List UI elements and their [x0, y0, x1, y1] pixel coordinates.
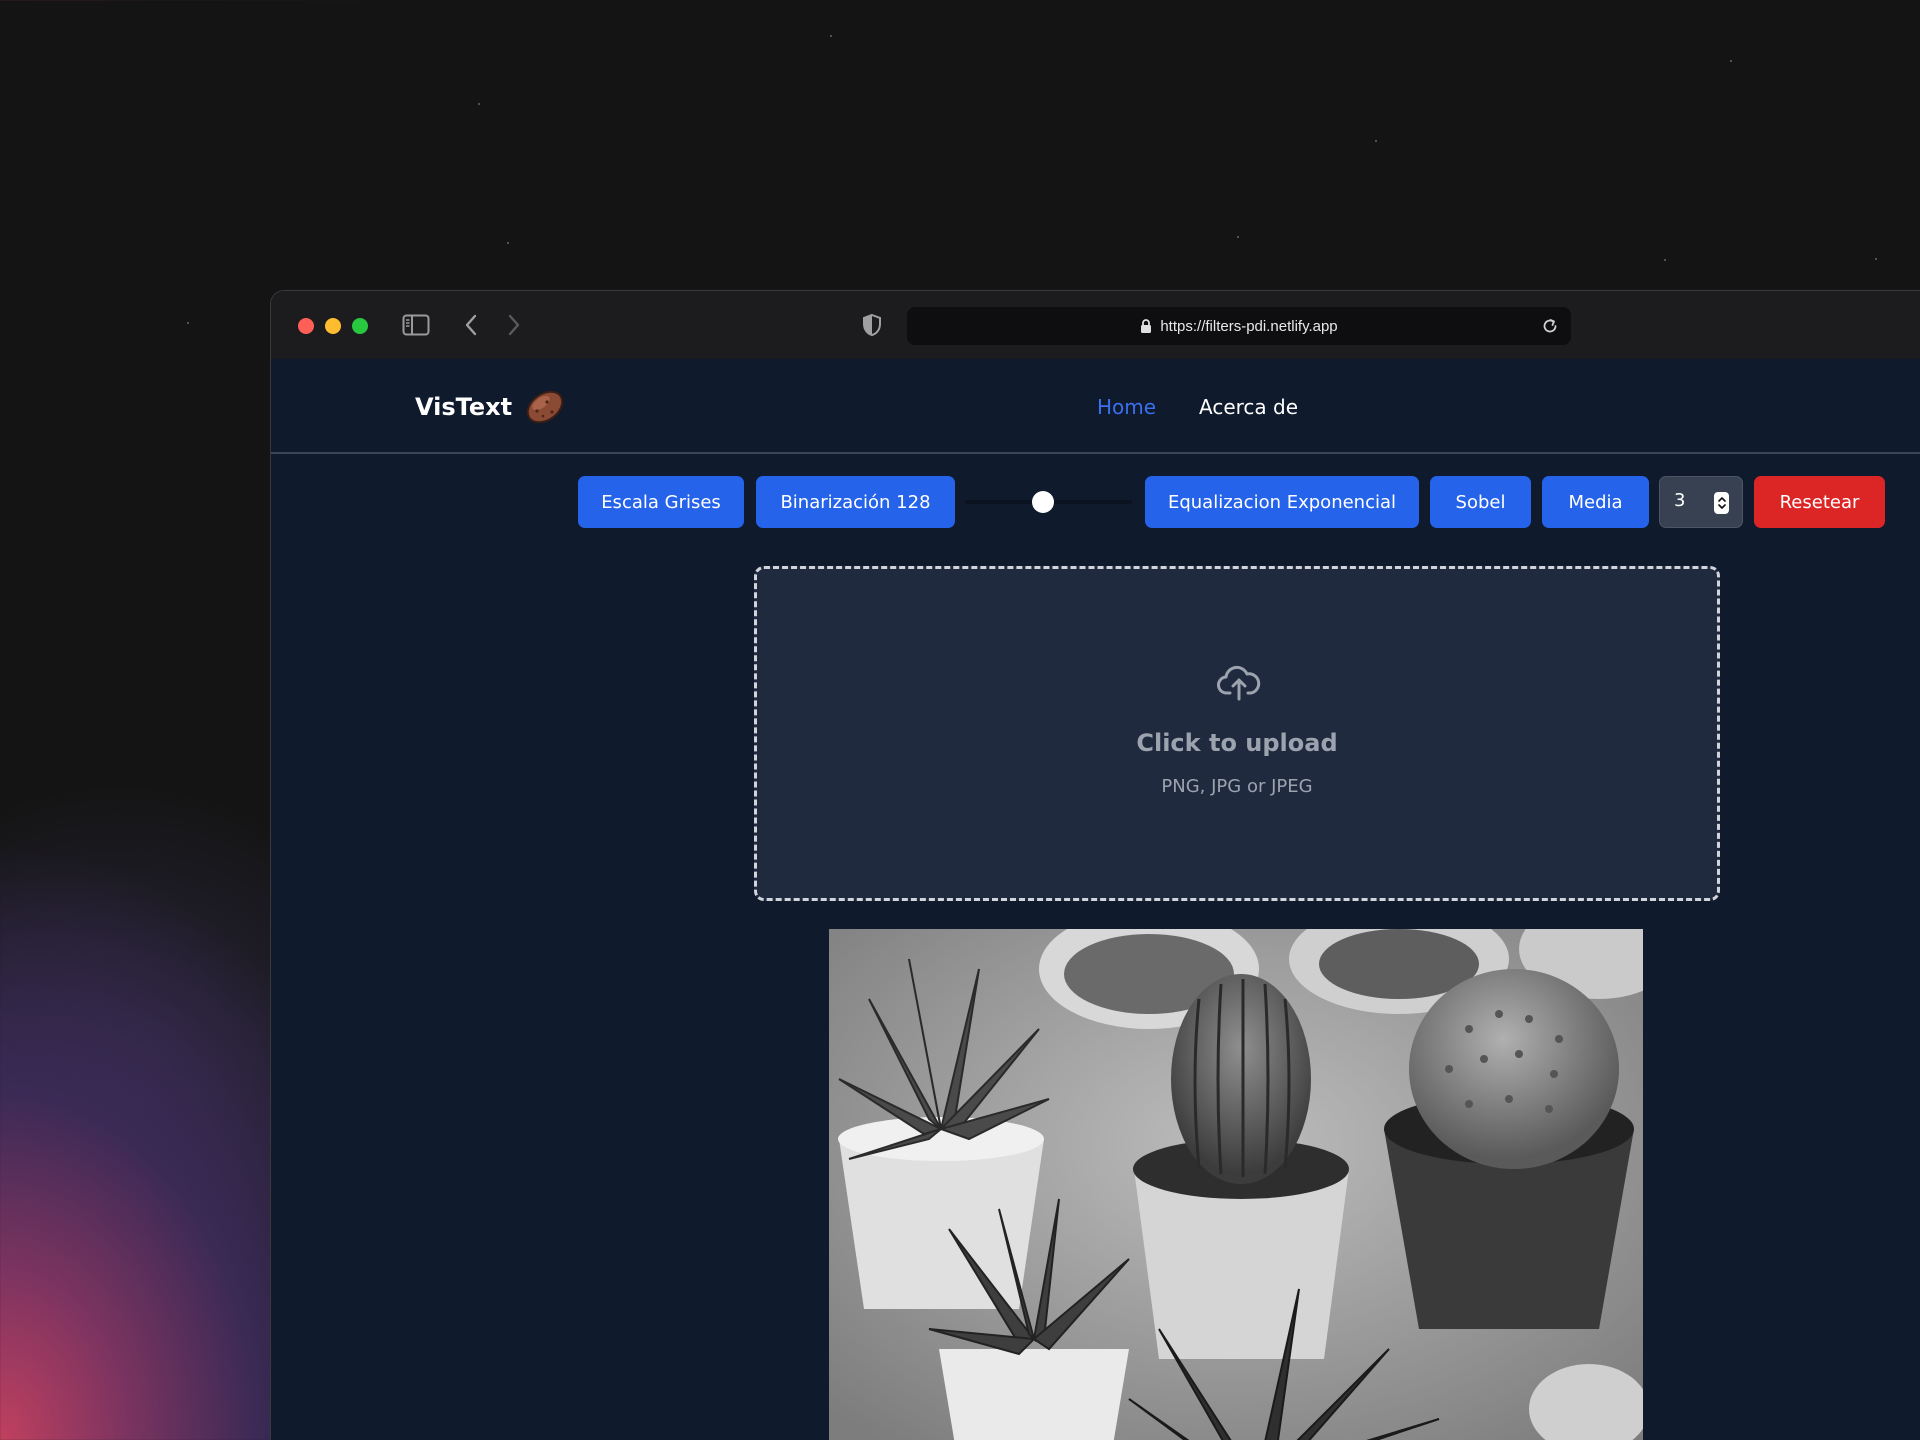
reload-icon[interactable] [1541, 317, 1559, 339]
background-star [1375, 140, 1377, 142]
upload-title: Click to upload [1136, 729, 1338, 757]
mean-filter-button[interactable]: Media [1542, 476, 1649, 528]
lock-icon [1140, 318, 1152, 334]
upload-dropzone[interactable]: Click to upload PNG, JPG or JPEG [754, 566, 1720, 901]
kernel-size-value: 3 [1674, 490, 1686, 511]
sobel-button[interactable]: Sobel [1430, 476, 1531, 528]
nav-link-about[interactable]: Acerca de [1199, 395, 1298, 419]
sidebar-icon[interactable] [401, 311, 431, 339]
exponential-equalization-button[interactable]: Equalizacion Exponencial [1145, 476, 1419, 528]
chevron-left-icon[interactable] [456, 311, 486, 339]
background-star [1237, 236, 1239, 238]
processed-image [829, 929, 1643, 1440]
kernel-size-stepper[interactable]: 3 [1659, 476, 1743, 528]
background-star [507, 242, 509, 244]
zoom-window-button[interactable] [352, 318, 368, 334]
app-header: VisText Home Acerca de [271, 359, 1920, 454]
chevron-right-icon[interactable] [499, 311, 529, 339]
cloud-upload-icon [1217, 665, 1261, 705]
browser-window: https://filters-pdi.netlify.app VisText … [270, 290, 1920, 1440]
background-star [830, 35, 832, 37]
brand-name: VisText [415, 393, 513, 421]
stepper-arrows-icon[interactable] [1714, 492, 1729, 514]
browser-titlebar: https://filters-pdi.netlify.app [271, 291, 1920, 359]
background-star [1875, 258, 1877, 260]
address-bar[interactable]: https://filters-pdi.netlify.app [907, 307, 1571, 345]
background-star [1730, 60, 1732, 62]
url-text: https://filters-pdi.netlify.app [1160, 317, 1338, 335]
nav-link-home[interactable]: Home [1097, 395, 1156, 419]
upload-formats: PNG, JPG or JPEG [1161, 776, 1313, 797]
potato-logo-icon [522, 385, 568, 433]
threshold-slider-thumb[interactable] [1032, 491, 1054, 513]
shield-icon[interactable] [857, 311, 887, 339]
reset-button[interactable]: Resetear [1754, 476, 1885, 528]
background-star [1664, 259, 1666, 261]
grayscale-button[interactable]: Escala Grises [578, 476, 744, 528]
close-window-button[interactable] [298, 318, 314, 334]
background-star [478, 103, 480, 105]
minimize-window-button[interactable] [325, 318, 341, 334]
background-star [187, 322, 189, 324]
binarize-button[interactable]: Binarización 128 [756, 476, 955, 528]
